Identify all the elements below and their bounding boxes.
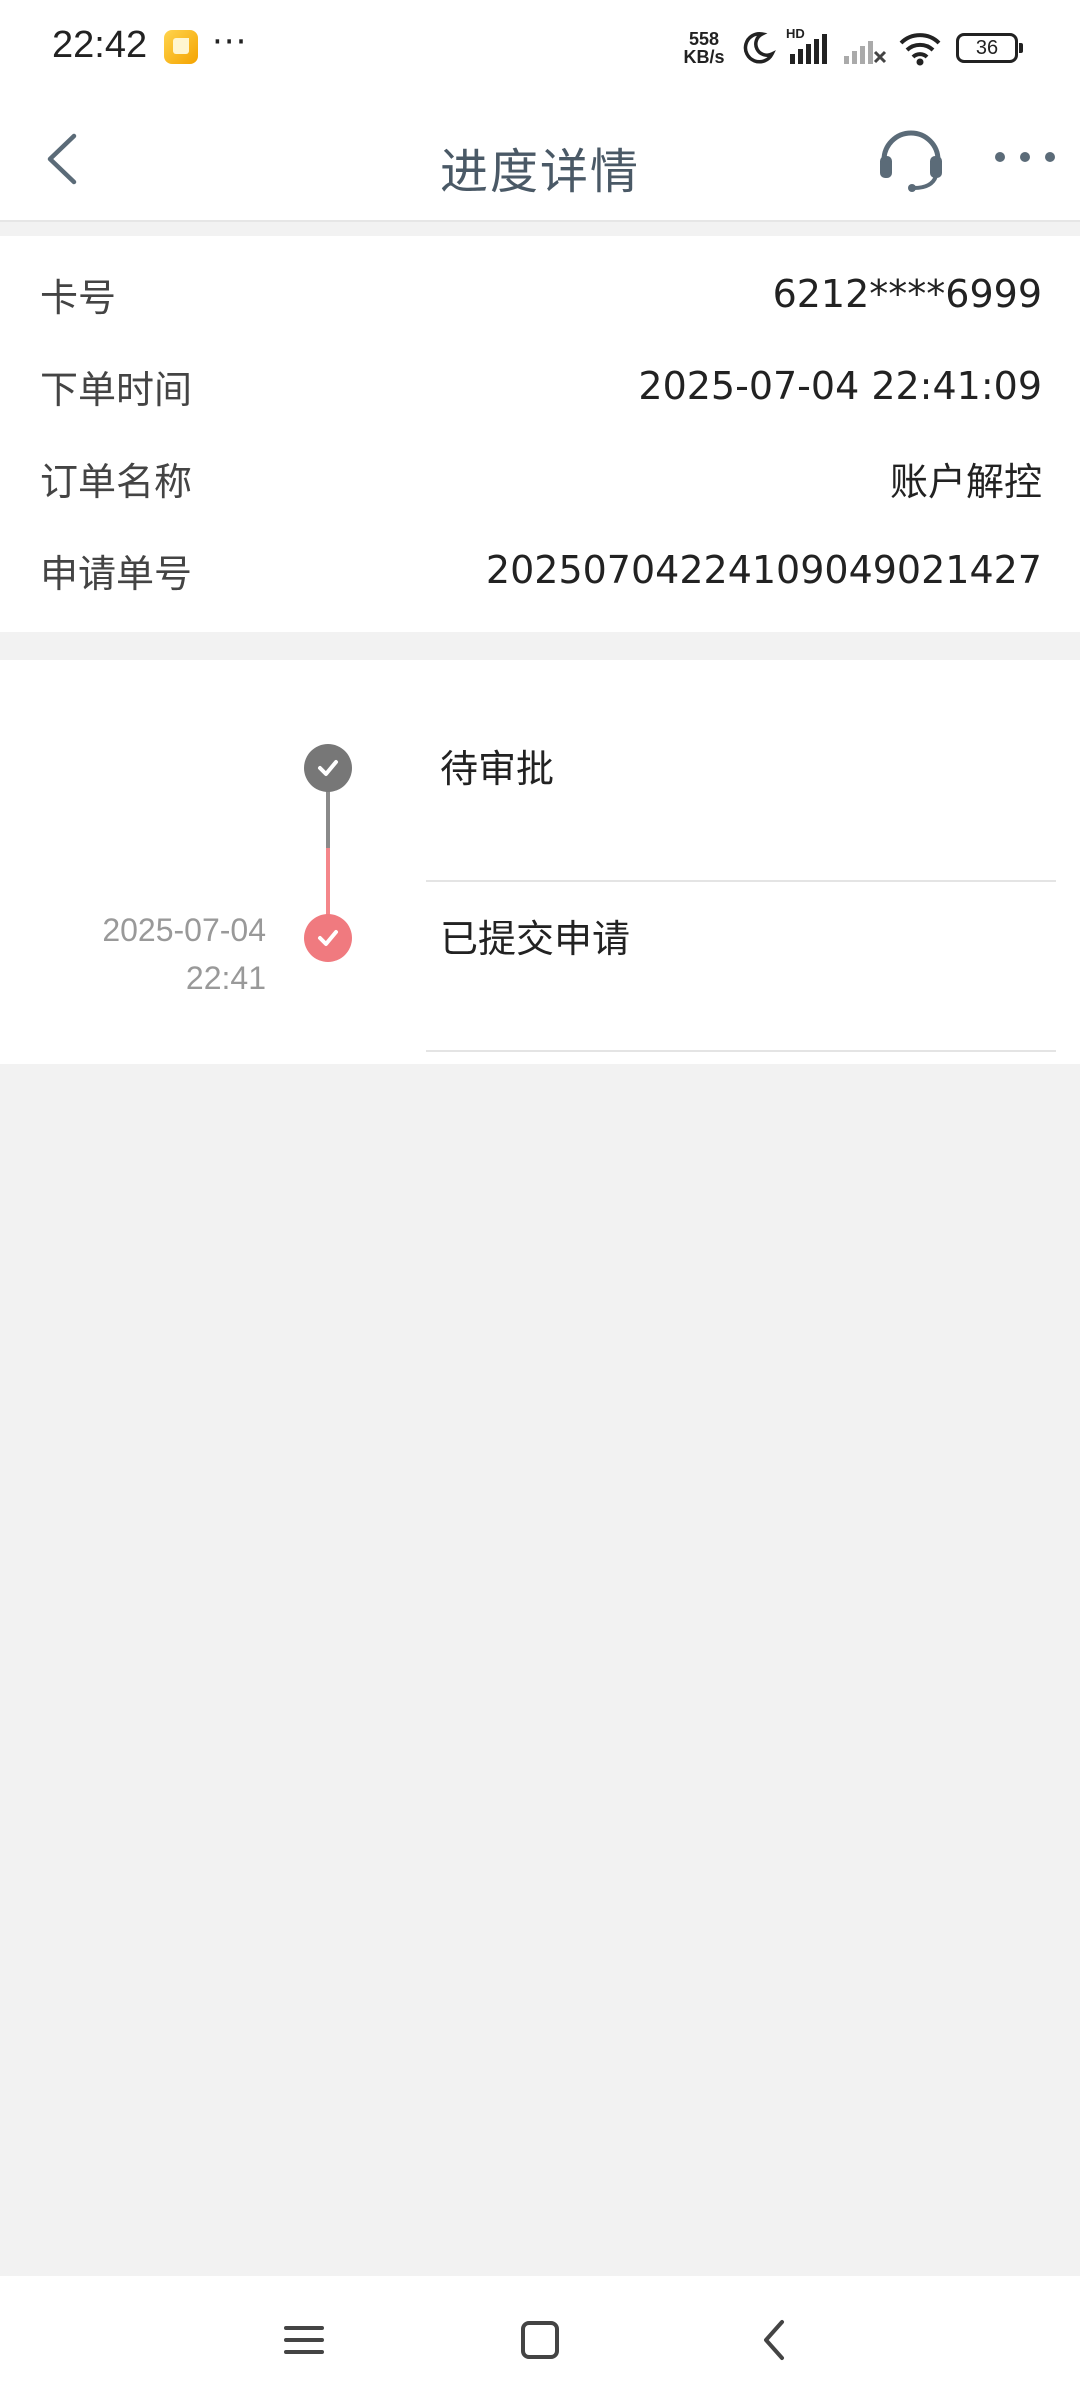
status-time: 22:42 [52, 24, 148, 66]
more-options-icon[interactable] [990, 142, 1060, 172]
more-notifications-icon: ··· [212, 22, 248, 62]
info-row-order-name: 订单名称 账户解控 [40, 448, 1042, 508]
signal-no-service-icon [844, 41, 887, 64]
moon-icon [743, 32, 776, 64]
info-label: 申请单号 [40, 551, 193, 596]
system-navigation-bar [0, 2276, 1080, 2400]
order-info-card: 卡号 6212****6999 下单时间 2025-07-04 22:41:09… [0, 236, 1080, 632]
timeline-step-date: 2025-07-04 [102, 912, 266, 948]
system-back-icon[interactable] [748, 2312, 804, 2368]
pending-check-icon [304, 744, 352, 792]
timeline-step-title: 待审批 [440, 747, 555, 791]
notes-app-icon [164, 30, 198, 64]
network-speed: 558 KB/s [678, 30, 730, 66]
timeline-step-datetime: 2025-07-04 22:41 [102, 906, 266, 1002]
info-value: 2025-07-04 22:41:09 [638, 364, 1042, 408]
info-label: 卡号 [40, 275, 117, 320]
status-bar: 22:42 ··· 558 KB/s HD 36 [0, 0, 1080, 96]
wifi-icon [899, 33, 941, 66]
timeline-step-title: 已提交申请 [440, 917, 631, 961]
timeline-connector-completed [326, 848, 330, 920]
info-row-card-number: 卡号 6212****6999 [40, 264, 1042, 324]
info-value: 20250704224109049021427 [485, 548, 1042, 592]
signal-icon: HD [786, 26, 832, 66]
timeline-divider [426, 880, 1056, 882]
submitted-check-icon [304, 914, 352, 962]
timeline-divider [426, 1050, 1056, 1052]
timeline-step-time: 22:41 [185, 960, 266, 996]
info-label: 订单名称 [40, 459, 193, 504]
network-speed-value: 558 [688, 29, 720, 49]
recent-apps-menu-icon[interactable] [276, 2312, 332, 2368]
customer-service-headset-icon[interactable] [874, 120, 948, 194]
info-value: 6212****6999 [772, 272, 1042, 316]
status-indicators: 558 KB/s HD 36 [678, 26, 1023, 70]
battery-indicator: 36 [956, 33, 1023, 63]
progress-timeline: 待审批 2025-07-04 22:41 已提交申请 [0, 660, 1080, 1064]
battery-level: 36 [975, 36, 999, 59]
info-label: 下单时间 [40, 367, 193, 412]
info-row-application-number: 申请单号 20250704224109049021427 [40, 540, 1042, 600]
info-row-order-time: 下单时间 2025-07-04 22:41:09 [40, 356, 1042, 416]
network-speed-unit: KB/s [683, 47, 725, 67]
nav-bar: 进度详情 [0, 96, 1080, 222]
home-square-icon[interactable] [512, 2312, 568, 2368]
info-value: 账户解控 [889, 459, 1042, 504]
